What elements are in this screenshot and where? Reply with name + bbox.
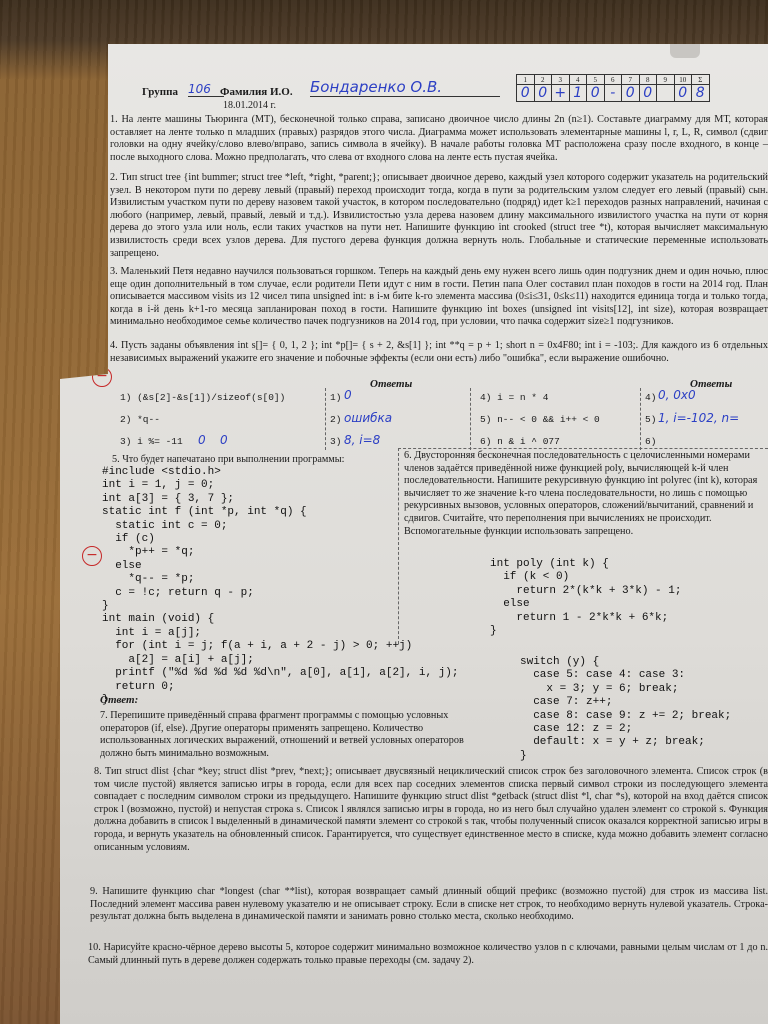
- answers-heading-right: Ответы: [690, 378, 733, 390]
- answer-slot-2: 2): [330, 414, 342, 425]
- expr-6: 6) n & i ^ 077: [480, 436, 560, 447]
- binder-clip: [670, 44, 700, 58]
- answers-divider-2: [470, 388, 471, 450]
- problem-1: 1. На ленте машины Тьюринга (МТ), бескон…: [110, 114, 768, 163]
- problem-6-border: [398, 448, 399, 644]
- grade-col-7: 7: [621, 74, 640, 85]
- problem-8: 8. Тип struct dlist {char *key; struct d…: [94, 766, 768, 853]
- hand-answer-3: 8, i=8: [344, 433, 381, 447]
- grade-mark-6: -: [603, 84, 622, 102]
- grade-mark-4: 1: [568, 84, 587, 102]
- red-minus-mark-2: −: [82, 546, 102, 566]
- problem-2: 2. Тип struct tree {int bummer; struct t…: [110, 172, 768, 259]
- answer-slot-6: 6): [645, 436, 657, 447]
- hand-answer-5: 1, i=-102, n=: [658, 411, 740, 425]
- exam-date: 18.01.2014 г.: [223, 100, 276, 111]
- exam-sheet: Группа 106 Фамилия И.О. Бондаренко О.В. …: [60, 44, 768, 1024]
- expr-5: 5) n-- < 0 && i++ < 0: [480, 414, 600, 425]
- answers-divider-1: [325, 388, 326, 450]
- problem-6: 6. Двусторонняя бесконечная последовател…: [404, 450, 758, 537]
- grade-mark-8: 0: [638, 84, 657, 102]
- hand-answer-4: 0, 0x0: [658, 388, 696, 402]
- answer-slot-5: 5): [645, 414, 657, 425]
- grade-col-2: 2: [533, 74, 552, 85]
- hand-side-note-2: 0: [220, 433, 228, 447]
- grade-mark-9: [656, 84, 675, 102]
- answer-slot-4: 4): [645, 392, 657, 403]
- problem-3: 3. Маленький Петя недавно научился польз…: [110, 266, 768, 328]
- grade-mark-2: 0: [533, 84, 552, 102]
- name-label: Фамилия И.О.: [220, 86, 293, 98]
- code-problem-6: int poly (int k) { if (k < 0) return 2*(…: [490, 558, 682, 638]
- problem-4: 4. Пусть заданы объявления int s[]= { 0,…: [110, 340, 768, 364]
- answers-heading-left: Ответы: [370, 378, 413, 390]
- hand-answer-1: 0: [344, 388, 352, 402]
- grade-col-8: 8: [638, 74, 657, 85]
- expr-4: 4) i = n * 4: [480, 392, 549, 403]
- problem-5: 5. Что будет напечатано при выполнении п…: [112, 454, 345, 465]
- grade-mark-11: 8: [691, 84, 710, 102]
- grade-mark-7: 0: [621, 84, 640, 102]
- grade-mark-5: 0: [586, 84, 605, 102]
- expr-2: 2) *q--: [120, 414, 160, 425]
- problem-6-border-top: [398, 448, 768, 449]
- grade-table: 1 2 3 4 5 6 7 8 9 10 Σ 0 0 +1 0-0 0 0 8: [516, 74, 710, 102]
- hand-answer-2: ошибка: [344, 411, 393, 425]
- grade-mark-10: 0: [673, 84, 692, 102]
- answers-divider-3: [640, 388, 641, 450]
- hand-side-note: 0: [198, 433, 206, 447]
- expr-1: 1) (&s[2]-&s[1])/sizeof(s[0]): [120, 392, 286, 403]
- problem-7: 7. Перепишите приведённый справа фрагмен…: [100, 710, 464, 759]
- grade-col-4: 4: [568, 74, 587, 85]
- answer-slot-1: 1): [330, 392, 342, 403]
- answer-label: Ответ:: [100, 694, 139, 706]
- grade-col-1: 1: [516, 74, 535, 85]
- code-problem-7: switch (y) { case 5: case 4: case 3: x =…: [520, 656, 732, 762]
- problem-10: 10. Нарисуйте красно-чёрное дерево высот…: [88, 942, 768, 966]
- group-label: Группа: [142, 86, 178, 98]
- grade-col-6: 6: [603, 74, 622, 85]
- student-name: Бондаренко О.В.: [310, 78, 500, 97]
- grade-col-10: 10: [673, 74, 692, 85]
- grade-col-9: 9: [656, 74, 675, 85]
- expr-3: 3) i %= -11: [120, 436, 183, 447]
- answer-slot-3: 3): [330, 436, 342, 447]
- grade-mark-3: +: [551, 84, 570, 102]
- grade-col-5: 5: [586, 74, 605, 85]
- grade-col-11: Σ: [691, 74, 710, 85]
- problem-9: 9. Напишите функцию char *longest (char …: [90, 886, 768, 923]
- group-value: 106: [188, 82, 224, 97]
- grade-mark-1: 0: [516, 84, 535, 102]
- grade-col-3: 3: [551, 74, 570, 85]
